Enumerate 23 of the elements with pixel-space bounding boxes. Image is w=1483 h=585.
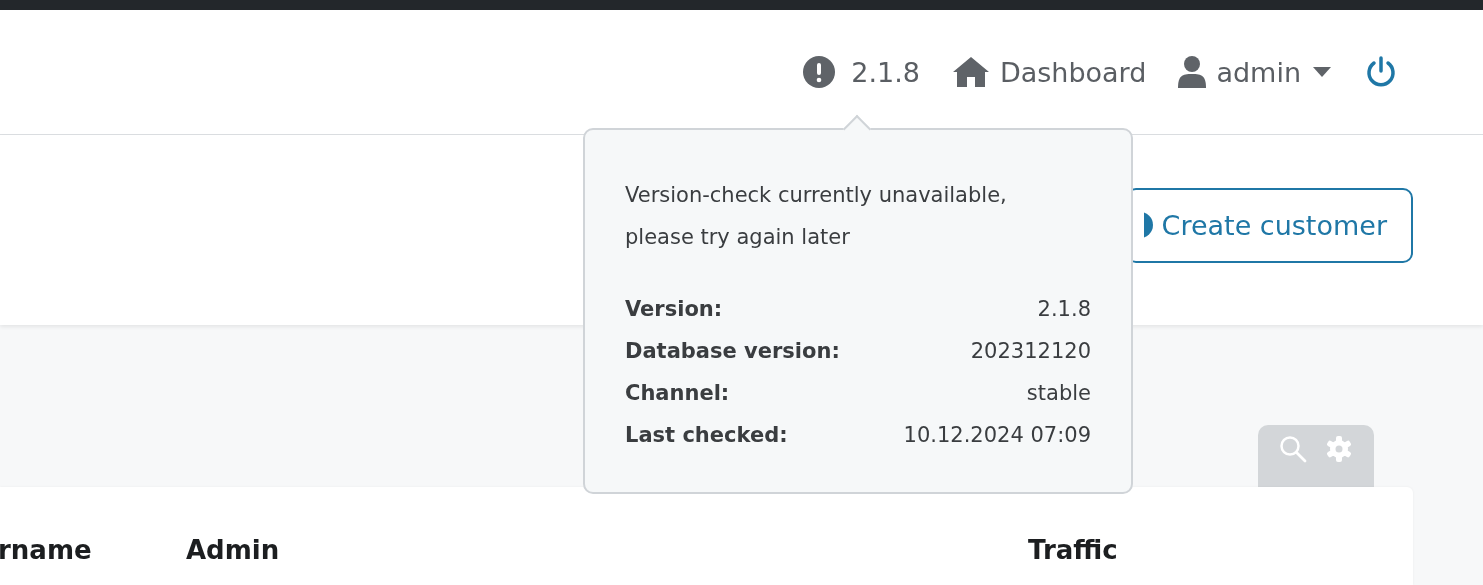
info-value: 2.1.8 [1036,296,1091,323]
settings-icon[interactable] [1325,435,1353,463]
user-icon [1178,56,1207,88]
dashboard-link[interactable]: Dashboard [951,56,1147,88]
info-label: Last checked: [625,422,789,449]
logout-button[interactable] [1365,56,1397,88]
info-label: Channel: [625,380,731,407]
exclamation-icon [803,56,836,88]
column-header: rname [0,535,93,565]
info-label: Database version: [625,338,840,365]
version-link[interactable]: 2.1.8 [803,56,920,88]
search-icon[interactable] [1279,435,1307,463]
info-value: 10.12.2024 07:09 [902,422,1091,449]
caret-icon [1313,67,1331,77]
column-header: Admin [186,535,281,565]
version-check-message: Version-check currently unavailable, please try again later [625,182,1008,251]
info-value: stable [1025,380,1091,407]
home-icon [951,56,990,88]
column-header: Traffic [1028,535,1119,565]
power-icon [1365,56,1397,88]
user-menu[interactable]: admin [1178,56,1331,88]
info-label: Version: [625,296,724,323]
info-value: 202312120 [969,338,1091,365]
